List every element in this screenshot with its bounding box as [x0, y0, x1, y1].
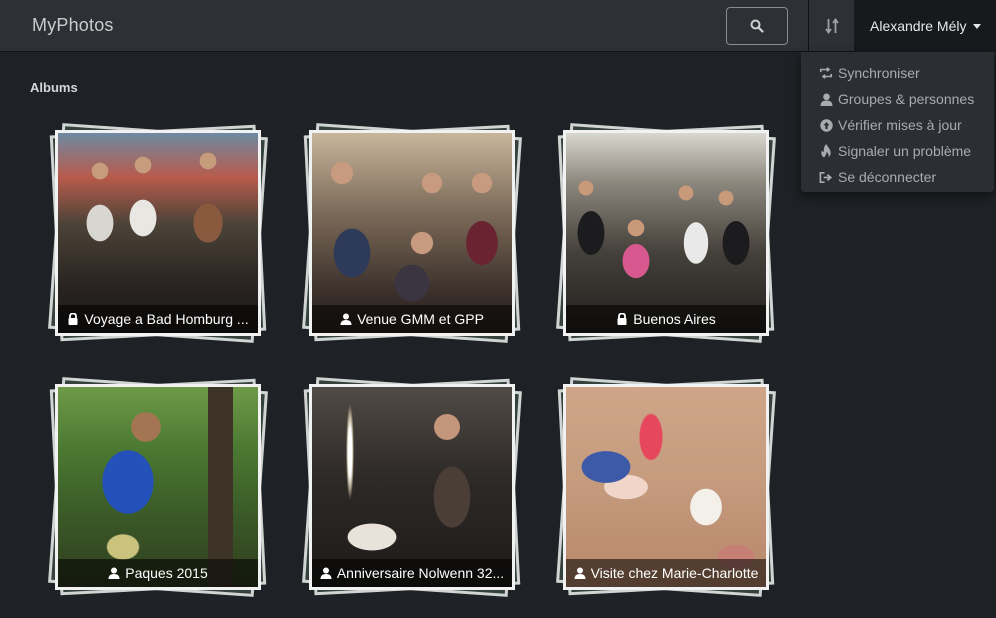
album-title: Buenos Aires — [633, 311, 716, 327]
album-caption: Voyage a Bad Homburg ... — [58, 305, 258, 333]
menu-item-verifier-mises-a-jour[interactable]: Vérifier mises à jour — [801, 112, 994, 138]
menu-item-label: Signaler un problème — [838, 143, 972, 159]
section-title-albums: Albums — [30, 80, 78, 95]
album-cover-photo: Voyage a Bad Homburg ... — [55, 130, 261, 336]
search-button[interactable] — [726, 7, 788, 45]
user-icon — [819, 92, 833, 106]
user-icon — [574, 567, 586, 579]
album-cover-photo: Visite chez Marie-Charlotte — [563, 384, 769, 590]
brand-title[interactable]: MyPhotos — [32, 15, 114, 36]
upload-circle-icon — [819, 118, 833, 132]
album-title: Voyage a Bad Homburg ... — [84, 311, 249, 327]
user-dropdown-menu: Synchroniser Groupes & personnes Vérifie… — [801, 52, 994, 192]
album-title: Venue GMM et GPP — [357, 311, 484, 327]
album-caption: Paques 2015 — [58, 559, 258, 587]
menu-item-groupes-personnes[interactable]: Groupes & personnes — [801, 86, 994, 112]
album-caption: Visite chez Marie-Charlotte — [566, 559, 766, 587]
album-title: Paques 2015 — [125, 565, 208, 581]
menu-item-label: Vérifier mises à jour — [838, 117, 962, 133]
fire-icon — [819, 144, 833, 158]
user-name: Alexandre Mély — [870, 18, 967, 34]
caret-down-icon — [972, 23, 981, 29]
album-cover-photo: Venue GMM et GPP — [309, 130, 515, 336]
album-cover-photo: Anniversaire Nolwenn 32... — [309, 384, 515, 590]
album-card[interactable]: Buenos Aires — [551, 122, 781, 352]
user-icon — [340, 313, 352, 325]
user-menu-toggle[interactable]: Alexandre Mély — [854, 0, 996, 52]
album-card[interactable]: Anniversaire Nolwenn 32... — [297, 376, 527, 606]
album-card[interactable]: Venue GMM et GPP — [297, 122, 527, 352]
album-card[interactable]: Paques 2015 — [43, 376, 273, 606]
album-caption: Buenos Aires — [566, 305, 766, 333]
album-card[interactable]: Visite chez Marie-Charlotte — [551, 376, 781, 606]
user-icon — [320, 567, 332, 579]
logout-icon — [819, 170, 833, 184]
lock-icon — [68, 313, 78, 325]
search-icon — [750, 19, 764, 33]
album-title: Visite chez Marie-Charlotte — [590, 565, 759, 581]
album-title: Anniversaire Nolwenn 32... — [336, 565, 505, 581]
sync-icon — [819, 66, 833, 80]
menu-item-signaler-un-probleme[interactable]: Signaler un problème — [801, 138, 994, 164]
album-caption: Venue GMM et GPP — [312, 305, 512, 333]
album-cover-photo: Paques 2015 — [55, 384, 261, 590]
album-cover-photo: Buenos Aires — [563, 130, 769, 336]
menu-item-label: Groupes & personnes — [838, 91, 975, 107]
navbar: MyPhotos Alexandre Mély — [0, 0, 996, 52]
lock-icon — [617, 313, 627, 325]
menu-item-se-deconnecter[interactable]: Se déconnecter — [801, 164, 994, 190]
album-card[interactable]: Voyage a Bad Homburg ... — [43, 122, 273, 352]
sort-button[interactable] — [808, 0, 854, 52]
menu-item-label: Se déconnecter — [838, 169, 937, 185]
sort-icon — [824, 18, 839, 34]
menu-item-synchroniser[interactable]: Synchroniser — [801, 60, 994, 86]
user-icon — [108, 567, 120, 579]
album-caption: Anniversaire Nolwenn 32... — [312, 559, 512, 587]
menu-item-label: Synchroniser — [838, 65, 920, 81]
